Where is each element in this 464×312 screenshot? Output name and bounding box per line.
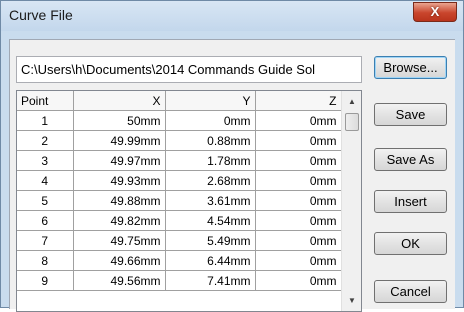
browse-button[interactable]: Browse... xyxy=(374,56,447,79)
table-row[interactable]: 8 49.66mm 6.44mm 0mm xyxy=(17,250,342,271)
z-cell[interactable]: 0mm xyxy=(255,110,342,131)
point-cell: 9 xyxy=(17,270,74,291)
y-cell[interactable]: 1.78mm xyxy=(165,150,256,171)
curve-file-dialog: Curve File X C:\Users\h\Documents\2014 C… xyxy=(0,0,464,312)
scroll-up-icon[interactable]: ▲ xyxy=(342,93,361,110)
y-cell[interactable]: 0mm xyxy=(165,110,256,131)
table-row[interactable]: 9 49.56mm 7.41mm 0mm xyxy=(17,270,342,291)
z-cell[interactable]: 0mm xyxy=(255,130,342,151)
point-cell: 1 xyxy=(17,110,74,131)
y-cell[interactable]: 4.54mm xyxy=(165,210,256,231)
x-cell[interactable]: 49.99mm xyxy=(73,130,166,151)
save-as-button[interactable]: Save As xyxy=(374,148,447,171)
point-cell: 2 xyxy=(17,130,74,151)
y-cell[interactable]: 6.44mm xyxy=(165,250,256,271)
z-cell[interactable]: 0mm xyxy=(255,250,342,271)
title-bar[interactable]: Curve File X xyxy=(1,1,463,31)
table-row[interactable]: 2 49.99mm 0.88mm 0mm xyxy=(17,130,342,151)
column-header-y[interactable]: Y xyxy=(165,91,256,111)
dialog-title: Curve File xyxy=(9,7,73,23)
z-cell[interactable]: 0mm xyxy=(255,150,342,171)
table-row[interactable]: 7 49.75mm 5.49mm 0mm xyxy=(17,230,342,251)
x-cell[interactable]: 49.66mm xyxy=(73,250,166,271)
point-cell: 7 xyxy=(17,230,74,251)
scroll-thumb[interactable] xyxy=(345,113,359,131)
table-row[interactable]: 1 50mm 0mm 0mm xyxy=(17,110,342,131)
insert-button[interactable]: Insert xyxy=(374,190,447,213)
column-header-z[interactable]: Z xyxy=(255,91,342,111)
close-icon: X xyxy=(430,4,440,19)
y-cell[interactable]: 7.41mm xyxy=(165,270,256,291)
header-row: Point X Y Z xyxy=(17,91,342,111)
points-grid[interactable]: Point X Y Z 1 50mm 0mm 0mm 2 49.99mm 0.88mm 0m… xyxy=(16,90,362,312)
x-cell[interactable]: 49.75mm xyxy=(73,230,166,251)
table-row[interactable]: 3 49.97mm 1.78mm 0mm xyxy=(17,150,342,171)
close-button[interactable]: X xyxy=(413,2,457,22)
table-row[interactable]: 6 49.82mm 4.54mm 0mm xyxy=(17,210,342,231)
point-cell: 5 xyxy=(17,190,74,211)
x-cell[interactable]: 49.82mm xyxy=(73,210,166,231)
z-cell[interactable]: 0mm xyxy=(255,190,342,211)
z-cell[interactable]: 0mm xyxy=(255,230,342,251)
column-header-point[interactable]: Point xyxy=(17,91,74,111)
y-cell[interactable]: 3.61mm xyxy=(165,190,256,211)
column-header-x[interactable]: X xyxy=(73,91,166,111)
point-cell: 8 xyxy=(17,250,74,271)
x-cell[interactable]: 49.88mm xyxy=(73,190,166,211)
y-cell[interactable]: 5.49mm xyxy=(165,230,256,251)
vertical-scrollbar[interactable]: ▲ ▼ xyxy=(341,91,361,311)
x-cell[interactable]: 49.56mm xyxy=(73,270,166,291)
z-cell[interactable]: 0mm xyxy=(255,170,342,191)
cancel-button[interactable]: Cancel xyxy=(374,280,447,303)
z-cell[interactable]: 0mm xyxy=(255,210,342,231)
x-cell[interactable]: 49.93mm xyxy=(73,170,166,191)
point-cell: 3 xyxy=(17,150,74,171)
dialog-client-area: C:\Users\h\Documents\2014 Commands Guide… xyxy=(9,39,455,312)
x-cell[interactable]: 49.97mm xyxy=(73,150,166,171)
table-row[interactable]: 5 49.88mm 3.61mm 0mm xyxy=(17,190,342,211)
z-cell[interactable]: 0mm xyxy=(255,270,342,291)
save-button[interactable]: Save xyxy=(374,103,447,126)
ok-button[interactable]: OK xyxy=(374,232,447,255)
points-table: Point X Y Z 1 50mm 0mm 0mm 2 49.99mm 0.88mm 0m… xyxy=(17,91,342,291)
point-cell: 6 xyxy=(17,210,74,231)
table-row[interactable]: 4 49.93mm 2.68mm 0mm xyxy=(17,170,342,191)
y-cell[interactable]: 2.68mm xyxy=(165,170,256,191)
x-cell[interactable]: 50mm xyxy=(73,110,166,131)
file-path-field[interactable]: C:\Users\h\Documents\2014 Commands Guide… xyxy=(16,56,362,83)
point-cell: 4 xyxy=(17,170,74,191)
scroll-down-icon[interactable]: ▼ xyxy=(342,292,361,309)
y-cell[interactable]: 0.88mm xyxy=(165,130,256,151)
